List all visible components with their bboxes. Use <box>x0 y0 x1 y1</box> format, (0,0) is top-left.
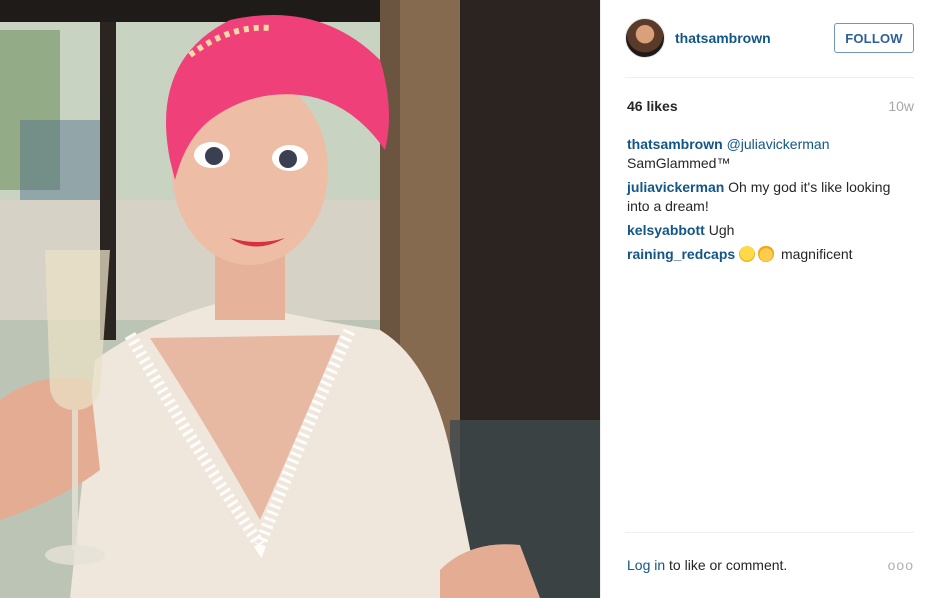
post-header: thatsambrown FOLLOW <box>625 17 914 59</box>
comment-username[interactable]: kelsyabbott <box>627 222 705 238</box>
follow-button[interactable]: FOLLOW <box>834 23 914 53</box>
post-photo[interactable] <box>0 0 600 598</box>
champagne-glass <box>45 250 110 410</box>
portrait-photo <box>0 0 600 598</box>
caption: thatsambrown @juliavickerman SamGlammed™ <box>627 135 914 173</box>
comments-list: thatsambrown @juliavickerman SamGlammed™… <box>627 135 914 269</box>
comment-text: Ugh <box>708 222 735 238</box>
caption-text: SamGlammed™ <box>627 155 731 171</box>
comment-item: juliavickerman Oh my god it's like looki… <box>627 178 914 216</box>
caption-username[interactable]: thatsambrown <box>627 136 723 152</box>
footer-divider <box>625 532 914 533</box>
comment-username[interactable]: raining_redcaps <box>627 246 735 262</box>
kissing-face-icon <box>739 246 756 262</box>
post-side-panel: thatsambrown FOLLOW 46 likes 10w thatsam… <box>600 0 938 598</box>
login-prompt-text: to like or comment. <box>665 557 788 573</box>
more-options-icon[interactable]: ooo <box>888 557 914 573</box>
owner-username[interactable]: thatsambrown <box>675 30 834 46</box>
post-age[interactable]: 10w <box>888 98 914 114</box>
post-footer: Log in to like or comment. ooo <box>627 556 914 574</box>
caption-mention[interactable]: @juliavickerman <box>727 136 830 152</box>
comment-item: raining_redcaps magnificent <box>627 245 914 264</box>
header-divider <box>625 77 914 78</box>
comment-text: magnificent <box>780 246 853 262</box>
login-link[interactable]: Log in <box>627 557 665 573</box>
avatar[interactable] <box>625 18 665 58</box>
likes-count[interactable]: 46 likes <box>627 98 678 114</box>
ok-hand-icon <box>758 246 775 262</box>
post-meta: 46 likes 10w <box>627 97 914 115</box>
comment-username[interactable]: juliavickerman <box>627 179 724 195</box>
comment-item: kelsyabbott Ugh <box>627 221 914 240</box>
login-prompt: Log in to like or comment. <box>627 557 787 573</box>
